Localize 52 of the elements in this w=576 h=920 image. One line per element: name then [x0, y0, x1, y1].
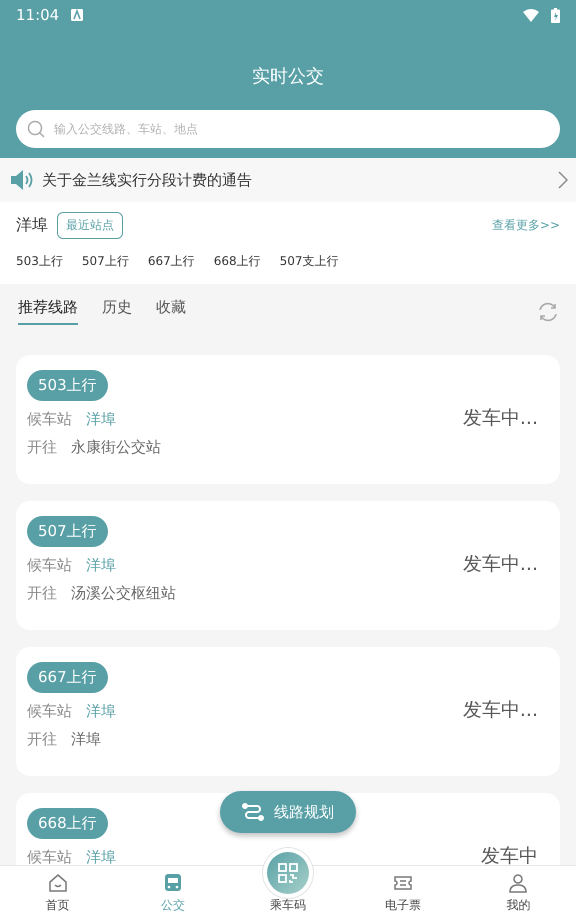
wait-station: 洋埠 [86, 702, 116, 721]
destination-label: 开往 [27, 438, 57, 457]
page-title: 实时公交 [251, 65, 325, 88]
route-tag: 668上行 [27, 808, 108, 839]
search-field[interactable]: 输入公交线路、车站、地点 [16, 110, 560, 148]
route-card[interactable]: 507上行 候车站 洋埠 开往 汤溪公交枢纽站 发车中... [16, 501, 560, 630]
nav-tab[interactable]: 我的 [460, 866, 576, 920]
station-name: 洋埠 [16, 215, 48, 236]
destination: 汤溪公交枢纽站 [71, 584, 176, 603]
route-tag: 507上行 [27, 516, 108, 547]
tab[interactable]: 历史 [102, 298, 132, 325]
wait-station: 洋埠 [86, 556, 116, 575]
wait-station: 洋埠 [86, 848, 116, 865]
route-tag: 503上行 [27, 370, 108, 401]
tab[interactable]: 推荐线路 [18, 298, 78, 325]
search-icon [27, 120, 45, 138]
nearest-station-tag: 最近站点 [57, 212, 123, 239]
refresh-icon[interactable] [536, 300, 560, 322]
route-link[interactable]: 668上行 [214, 253, 261, 270]
nav-tab[interactable]: 首页 [0, 866, 116, 920]
user-icon [507, 872, 530, 894]
destination: 洋埠 [71, 730, 101, 749]
notice-text[interactable]: 关于金兰线实行分段计费的通告 [42, 170, 550, 190]
destination-label: 开往 [27, 730, 57, 749]
route-link[interactable]: 503上行 [16, 253, 63, 270]
nav-tab[interactable]: 电子票 [346, 866, 461, 920]
destination-label: 开往 [27, 584, 57, 603]
wait-label: 候车站 [27, 556, 72, 575]
departure-status: 发车中... [462, 406, 538, 430]
route-link[interactable]: 667上行 [148, 253, 195, 270]
wait-label: 候车站 [27, 410, 72, 429]
wifi-icon [523, 8, 539, 22]
route-link[interactable]: 507支上行 [280, 253, 339, 270]
speaker-icon [10, 169, 34, 191]
wait-label: 候车站 [27, 848, 72, 865]
departure-status: 发车中... [462, 552, 538, 576]
route-card[interactable]: 503上行 候车站 洋埠 开往 永康街公交站 发车中... [16, 355, 560, 484]
route-link[interactable]: 507上行 [82, 253, 129, 270]
departure-status: 发车中... [462, 698, 538, 722]
chevron-right-icon[interactable] [558, 171, 568, 189]
status-time: 11:04 [16, 6, 60, 24]
route-tag: 667上行 [27, 662, 108, 693]
battery-icon [551, 8, 560, 22]
route-icon [242, 803, 264, 821]
notification-icon [71, 9, 84, 21]
home-icon [46, 872, 69, 894]
route-card[interactable]: 667上行 候车站 洋埠 开往 洋埠 发车中... [16, 647, 560, 776]
destination: 永康街公交站 [71, 438, 161, 457]
wait-label: 候车站 [27, 702, 72, 721]
tab[interactable]: 收藏 [156, 298, 186, 325]
departure-status: 发车中 [481, 844, 538, 865]
wait-station: 洋埠 [86, 410, 116, 429]
